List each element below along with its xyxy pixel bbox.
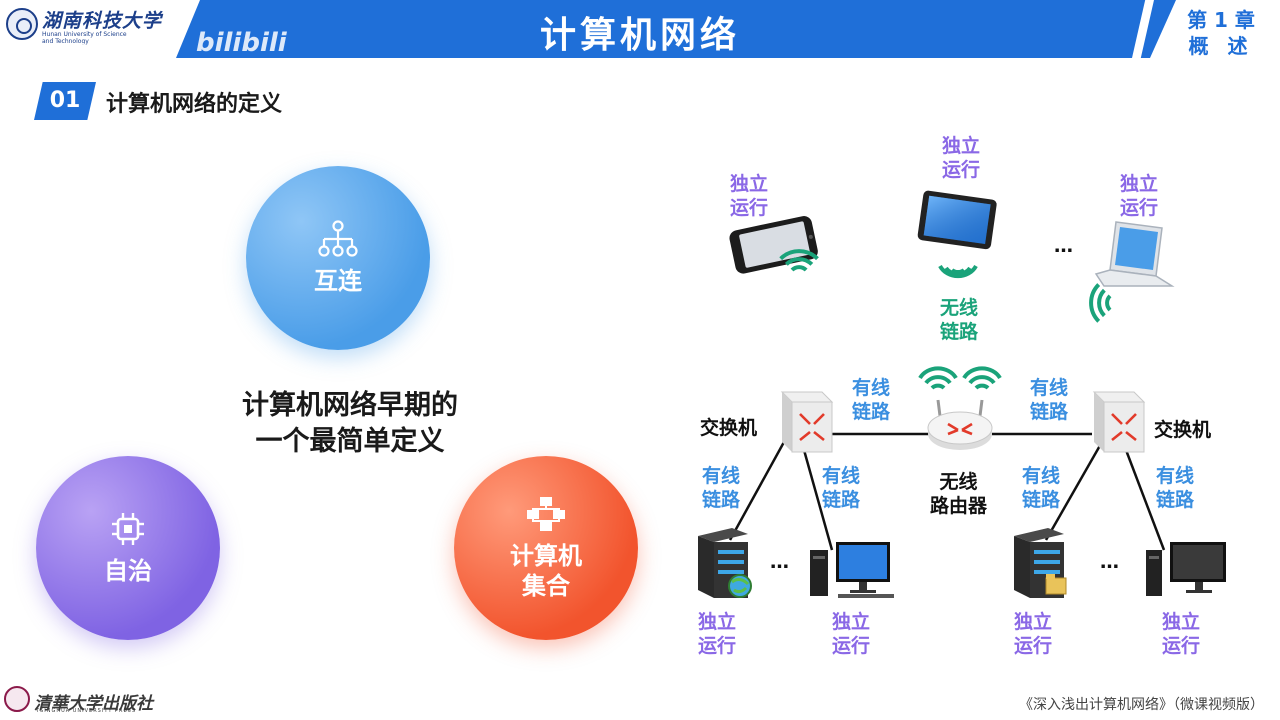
wifi-signal-router-right-icon <box>962 366 1002 390</box>
publisher-seal-icon <box>4 686 30 712</box>
wired-link-label-5: 有线 链路 <box>1022 465 1061 511</box>
ellipsis-bottom-left: … <box>770 551 789 573</box>
wired-link-label-3: 有线 链路 <box>702 465 741 511</box>
switch-left-icon <box>780 391 834 453</box>
smartphone-icon <box>729 216 818 274</box>
connected-squares-icon <box>527 497 565 531</box>
switch-right-icon <box>1092 391 1146 453</box>
server-right-icon <box>1014 528 1067 598</box>
cpu-chip-icon <box>112 513 144 545</box>
phone-status-label: 独立 运行 <box>730 173 769 219</box>
desktop-right-icon <box>1146 542 1226 596</box>
router-label: 无线 路由器 <box>930 471 988 517</box>
ellipsis-bottom-right: … <box>1100 551 1119 573</box>
wifi-signal-laptop-icon <box>1089 283 1112 323</box>
wired-link-label-4: 有线 链路 <box>822 465 861 511</box>
definition-caption: 计算机网络早期的 一个最简单定义 <box>200 388 500 460</box>
page-title: 计算机网络 <box>539 15 740 56</box>
ellipsis-top: … <box>1054 235 1073 257</box>
tablet-status-label: 独立 运行 <box>942 135 981 181</box>
chapter-title: 概 述 <box>1188 34 1254 58</box>
tablet-icon <box>917 190 997 250</box>
collection-label-1: 计算机 <box>510 542 582 570</box>
server-left-icon <box>698 528 752 598</box>
section-number: 01 <box>34 82 96 120</box>
laptop-status-label: 独立 运行 <box>1120 173 1159 219</box>
laptop-icon <box>1094 221 1175 287</box>
wireless-link-label: 无线 链路 <box>940 297 979 343</box>
publisher-name-en: TSINGHUA UNIVERSITY PRESS <box>36 708 137 714</box>
wired-link-label-2: 有线 链路 <box>1030 377 1069 423</box>
chapter-number: 第 1 章 <box>1187 8 1255 32</box>
switch-left-label: 交换机 <box>700 417 758 439</box>
section-title: 计算机网络的定义 <box>106 92 283 117</box>
wifi-signal-router-left-icon <box>918 366 958 390</box>
interconnect-label: 互连 <box>314 267 362 295</box>
desktop-left-icon <box>810 542 894 598</box>
book-title: 《深入浅出计算机网络》（微课视频版） <box>1019 697 1264 713</box>
autonomy-label: 自治 <box>104 557 152 585</box>
wifi-signal-tablet-icon <box>938 264 978 279</box>
switch-right-label: 交换机 <box>1154 419 1212 441</box>
server-left-status-label: 独立 运行 <box>698 611 737 657</box>
wired-link-label-6: 有线 链路 <box>1156 465 1195 511</box>
wired-link-label-1: 有线 链路 <box>852 377 891 423</box>
desktop-right-status-label: 独立 运行 <box>1162 611 1201 657</box>
network-hierarchy-icon <box>318 220 358 257</box>
definition-caption-line1: 计算机网络早期的 <box>242 390 458 421</box>
wireless-router-icon <box>927 399 993 450</box>
desktop-left-status-label: 独立 运行 <box>832 611 871 657</box>
interconnect-circle: 互连 <box>246 166 430 350</box>
collection-label-2: 集合 <box>522 572 570 600</box>
computer-collection-circle: 计算机 集合 <box>454 456 638 640</box>
autonomy-circle: 自治 <box>36 456 220 640</box>
network-diagram: 独立 运行 独立 运行 独立 运行 … 无线 链路 有线 链路 有线 链路 交换机 交换机 … <box>680 120 1260 680</box>
server-right-status-label: 独立 运行 <box>1014 611 1053 657</box>
definition-caption-line2: 一个最简单定义 <box>255 426 445 457</box>
